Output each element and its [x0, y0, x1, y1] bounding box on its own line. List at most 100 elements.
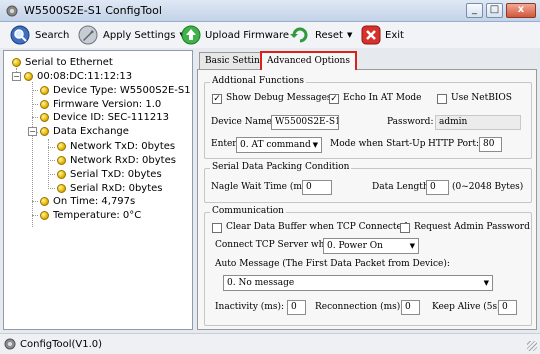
connect-tcp-select[interactable]: 0. Power On ▼	[323, 238, 419, 254]
search-icon	[10, 25, 30, 45]
mode-startup-label: Mode when Start-Up	[330, 139, 426, 149]
reset-button[interactable]: Reset ▼	[288, 23, 352, 47]
echo-at-checkbox[interactable]: ✓	[329, 94, 339, 104]
show-debug-checkbox[interactable]: ✓	[212, 94, 222, 104]
search-button[interactable]: Search	[8, 23, 69, 47]
tree-line	[32, 104, 38, 105]
inactivity-input[interactable]: 0	[287, 300, 306, 315]
node-icon	[57, 184, 66, 193]
exit-button[interactable]: Exit	[360, 23, 404, 47]
apply-settings-label: Apply Settings	[103, 29, 176, 41]
tree-item-serial-txd[interactable]: Serial TxD: 0bytes	[57, 168, 162, 181]
node-icon	[12, 58, 21, 67]
inactivity-label: Inactivity (ms):	[215, 302, 284, 312]
node-icon	[40, 100, 49, 109]
tree-line	[48, 160, 55, 161]
request-admin-label: Request Admin Password	[414, 222, 530, 232]
use-netbios-checkbox[interactable]	[437, 94, 447, 104]
close-button[interactable]: x	[506, 3, 536, 18]
tree-item-temperature[interactable]: Temperature: 0°C	[40, 209, 141, 222]
tree-item-device-type[interactable]: Device Type: W5500S2E-S1	[40, 84, 191, 97]
device-tree: Serial to Ethernet − 00:08:DC:11:12:13 D…	[3, 50, 193, 330]
chevron-down-icon: ▼	[312, 141, 318, 149]
node-icon	[40, 211, 49, 220]
reconnection-input[interactable]: 0	[401, 300, 420, 315]
tree-item-data-exchange[interactable]: − Data Exchange	[28, 125, 129, 138]
http-port-input[interactable]: 80	[479, 137, 502, 152]
maximize-button[interactable]: □	[486, 3, 503, 18]
reconnection-label: Reconnection (ms):	[315, 302, 404, 312]
tree-item-label: Network RxD: 0bytes	[70, 155, 176, 166]
tree-item-label: 00:08:DC:11:12:13	[37, 71, 133, 82]
chevron-down-icon: ▼	[409, 242, 415, 250]
password-input[interactable]: admin	[435, 115, 521, 130]
node-icon	[57, 156, 66, 165]
tree-item-network-txd[interactable]: Network TxD: 0bytes	[57, 140, 175, 153]
resize-grip[interactable]	[527, 341, 537, 351]
tree-line	[32, 117, 38, 118]
device-name-input[interactable]: W5500S2E-S1	[271, 115, 339, 130]
auto-message-value: 0. No message	[227, 278, 295, 288]
wrench-icon	[78, 25, 98, 45]
auto-message-select[interactable]: 0. No message ▼	[223, 275, 493, 291]
data-length-label: Data Length:	[372, 182, 432, 192]
tree-item-label: Serial to Ethernet	[25, 57, 113, 68]
tree-item-serial-rxd[interactable]: Serial RxD: 0bytes	[57, 182, 163, 195]
tab-advanced-options[interactable]: Advanced Options	[260, 51, 357, 70]
tree-item-root[interactable]: Serial to Ethernet	[12, 56, 113, 69]
enter-mode-select[interactable]: 0. AT command ▼	[236, 137, 322, 153]
minimize-button[interactable]: _	[466, 3, 483, 18]
password-label: Password:	[387, 117, 434, 127]
apply-settings-button[interactable]: Apply Settings ▼	[76, 23, 185, 47]
node-icon	[40, 113, 49, 122]
advanced-options-panel: Addtional Functions ✓ Show Debug Message…	[197, 69, 537, 330]
communication-group: Communication Clear Data Buffer when TCP…	[204, 206, 532, 326]
upload-firmware-button[interactable]: Upload Firmware	[180, 23, 289, 47]
tree-item-on-time[interactable]: On Time: 4,797s	[40, 195, 135, 208]
tree-item-label: Network TxD: 0bytes	[70, 141, 176, 152]
upload-firmware-label: Upload Firmware	[205, 29, 290, 41]
keepalive-input[interactable]: 0	[498, 300, 517, 315]
tree-line	[48, 174, 55, 175]
clear-buffer-checkbox[interactable]	[212, 223, 222, 233]
chevron-down-icon: ▼	[483, 279, 489, 287]
node-icon	[40, 197, 49, 206]
show-debug-label: Show Debug Messages	[226, 93, 332, 103]
group-legend: Communication	[210, 206, 286, 216]
node-icon	[24, 72, 33, 81]
tree-item-label: Data Exchange	[53, 126, 129, 137]
tree-item-label: Serial TxD: 0bytes	[70, 169, 162, 180]
tree-item-network-rxd[interactable]: Network RxD: 0bytes	[57, 154, 176, 167]
nagle-wait-input[interactable]: 0	[302, 180, 332, 195]
device-name-label: Device Name:	[211, 117, 275, 127]
tree-line	[32, 90, 38, 91]
tree-item-label: Temperature: 0°C	[53, 210, 142, 221]
chevron-down-icon: ▼	[346, 31, 353, 39]
toolbar: Search Apply Settings ▼ Upload Firmware …	[0, 22, 540, 48]
node-icon	[40, 127, 49, 136]
tree-item-firmware[interactable]: Firmware Version: 1.0	[40, 98, 161, 111]
request-admin-checkbox[interactable]	[400, 223, 410, 233]
status-bar: ConfigTool(V1.0)	[0, 333, 540, 354]
exit-label: Exit	[385, 29, 404, 41]
http-port-label: HTTP Port:	[428, 139, 479, 149]
settings-tabs: Basic Settings Advanced Options Addtiona…	[197, 51, 537, 330]
echo-at-label: Echo In AT Mode	[343, 93, 422, 103]
auto-message-label: Auto Message (The First Data Packet from…	[215, 259, 450, 269]
additional-functions-group: Addtional Functions ✓ Show Debug Message…	[204, 76, 532, 159]
tree-line	[48, 188, 55, 189]
tree-item-device[interactable]: − 00:08:DC:11:12:13	[12, 70, 132, 83]
node-icon	[57, 170, 66, 179]
packing-condition-group: Serial Data Packing Condition Nagle Wait…	[204, 162, 532, 203]
node-icon	[57, 142, 66, 151]
search-label: Search	[35, 29, 70, 41]
title-bar: W5500S2E-S1 ConfigTool _ □ x	[0, 0, 540, 22]
gear-icon	[4, 338, 16, 350]
clear-buffer-label: Clear Data Buffer when TCP Connected	[226, 222, 408, 232]
data-length-input[interactable]: 0	[426, 180, 449, 195]
collapse-icon[interactable]: −	[12, 72, 21, 81]
tree-item-label: Device Type: W5500S2E-S1	[53, 85, 191, 96]
collapse-icon[interactable]: −	[28, 127, 37, 136]
tree-item-device-id[interactable]: Device ID: SEC-111213	[40, 111, 169, 124]
connect-tcp-value: 0. Power On	[327, 241, 383, 251]
